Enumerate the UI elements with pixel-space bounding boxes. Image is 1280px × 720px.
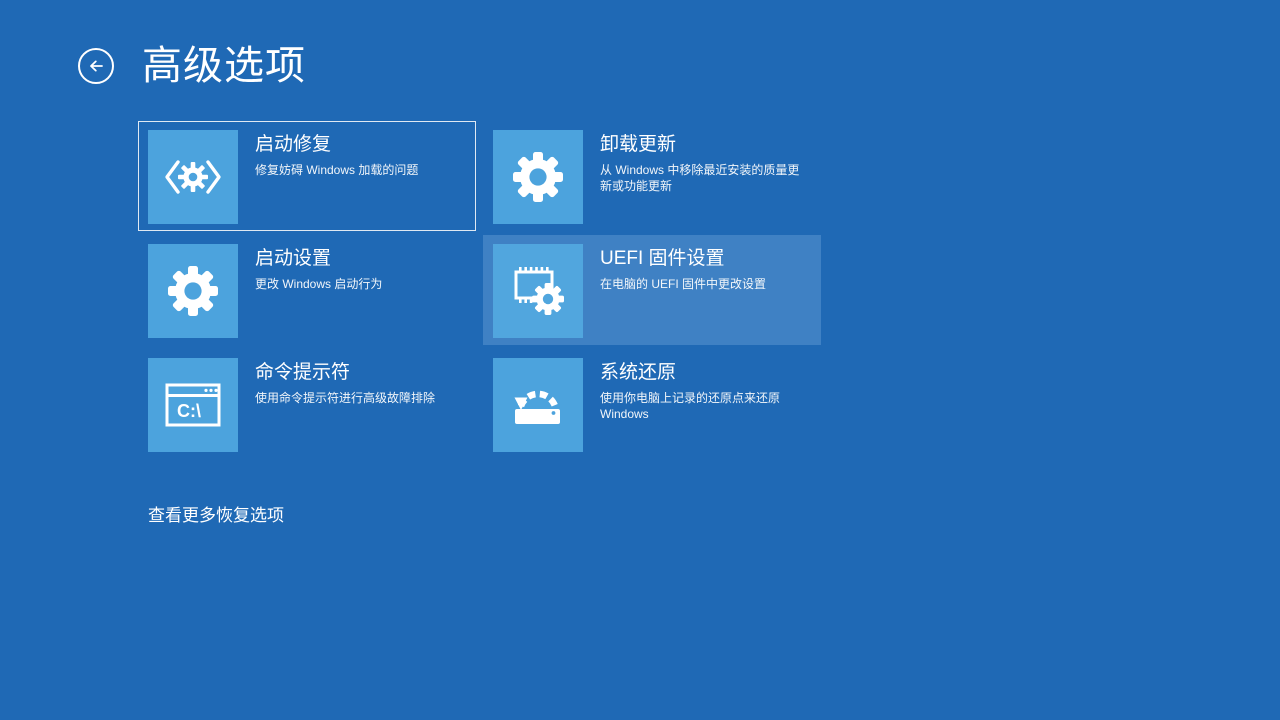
advanced-options-screen: 高级选项: [0, 0, 1280, 720]
command-prompt-icon: C:\: [148, 358, 238, 452]
gear-icon: [493, 130, 583, 224]
tile-text: 启动设置 更改 Windows 启动行为: [238, 236, 475, 292]
tile-description: 使用你电脑上记录的还原点来还原 Windows: [600, 390, 805, 422]
tile-description: 在电脑的 UEFI 固件中更改设置: [600, 276, 805, 292]
tile-uninstall-updates[interactable]: 卸载更新 从 Windows 中移除最近安装的质量更新或功能更新: [483, 121, 821, 231]
tile-title: 命令提示符: [255, 361, 467, 385]
tile-description: 使用命令提示符进行高级故障排除: [255, 390, 460, 406]
tile-text: 启动修复 修复妨碍 Windows 加载的问题: [238, 122, 475, 178]
uefi-firmware-icon: [493, 244, 583, 338]
tile-title: UEFI 固件设置: [600, 247, 812, 271]
tile-system-restore[interactable]: 系统还原 使用你电脑上记录的还原点来还原 Windows: [483, 349, 821, 459]
tile-title: 启动设置: [255, 247, 467, 271]
options-grid: 启动修复 修复妨碍 Windows 加载的问题: [138, 121, 828, 463]
grid-row: 启动修复 修复妨碍 Windows 加载的问题: [138, 121, 828, 235]
tile-text: 系统还原 使用你电脑上记录的还原点来还原 Windows: [583, 350, 820, 422]
gear-icon: [148, 244, 238, 338]
tile-text: 卸载更新 从 Windows 中移除最近安装的质量更新或功能更新: [583, 122, 820, 194]
tile-command-prompt[interactable]: C:\ 命令提示符 使用命令提示符进行高级故障排除: [138, 349, 476, 459]
tile-description: 修复妨碍 Windows 加载的问题: [255, 162, 460, 178]
system-restore-icon: [493, 358, 583, 452]
tile-title: 系统还原: [600, 361, 812, 385]
tile-text: 命令提示符 使用命令提示符进行高级故障排除: [238, 350, 475, 406]
tile-description: 更改 Windows 启动行为: [255, 276, 460, 292]
page-title: 高级选项: [142, 46, 306, 86]
grid-row: C:\ 命令提示符 使用命令提示符进行高级故障排除: [138, 349, 828, 463]
tile-title: 卸载更新: [600, 133, 812, 157]
back-button[interactable]: [78, 48, 114, 84]
tile-uefi-firmware-settings[interactable]: UEFI 固件设置 在电脑的 UEFI 固件中更改设置: [483, 235, 821, 345]
tile-startup-settings[interactable]: 启动设置 更改 Windows 启动行为: [138, 235, 476, 345]
svg-text:C:\: C:\: [177, 401, 201, 421]
grid-row: 启动设置 更改 Windows 启动行为: [138, 235, 828, 349]
tile-text: UEFI 固件设置 在电脑的 UEFI 固件中更改设置: [583, 236, 820, 292]
page-header: 高级选项: [78, 38, 306, 94]
tile-startup-repair[interactable]: 启动修复 修复妨碍 Windows 加载的问题: [138, 121, 476, 231]
back-arrow-icon: [86, 56, 106, 76]
tile-title: 启动修复: [255, 133, 467, 157]
startup-repair-icon: [148, 130, 238, 224]
tile-description: 从 Windows 中移除最近安装的质量更新或功能更新: [600, 162, 805, 194]
see-more-recovery-options-link[interactable]: 查看更多恢复选项: [148, 504, 284, 528]
